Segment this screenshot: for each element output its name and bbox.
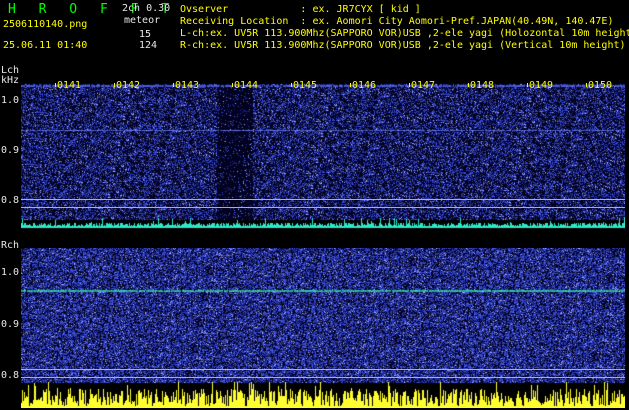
lch-gridline-lower: [21, 207, 625, 208]
lch-unit-label: kHz: [1, 75, 20, 86]
time-tick-label: 0143: [175, 80, 200, 91]
rch-ytick-0-9: 0.9: [1, 319, 20, 330]
rch-ytick-0-8: 0.8: [1, 370, 20, 381]
location-line: Receiving Location : ex. Aomori City Aom…: [180, 16, 614, 27]
time-tick-label: 0145: [293, 80, 318, 91]
lch-ytick-0-9: 0.9: [1, 145, 20, 156]
rch-gridline-lower: [21, 377, 625, 378]
meteor-count-lch: 15: [138, 29, 151, 40]
time-tick-label: 0142: [116, 80, 141, 91]
lch-spectrogram: 0141 0142 0143 0144 0145 0146 0147 0148 0149 0150: [21, 80, 625, 230]
observer-line: Ovserver : ex. JR7CYX [ kid ]: [180, 4, 421, 15]
time-tick-label: 0141: [57, 80, 82, 91]
time-tick-label: 0146: [352, 80, 377, 91]
lch-config-line: L-ch:ex. UV5R 113.900Mhz(SAPPORO VOR)USB…: [180, 28, 629, 39]
time-tick-label: 0144: [234, 80, 259, 91]
rch-spectrogram: [21, 248, 625, 408]
rch-config-line: R-ch:ex. UV5R 113.900Mhz(SAPPORO VOR)USB…: [180, 40, 626, 51]
time-tick-label: 0150: [588, 80, 613, 91]
time-tick-mark: [409, 83, 410, 87]
meteor-label: meteor: [124, 15, 161, 26]
lch-ytick-1-0: 1.0: [1, 95, 20, 106]
time-tick-mark: [55, 83, 56, 87]
time-tick-mark: [468, 83, 469, 87]
rch-waterfall: [21, 248, 625, 408]
rch-ytick-1-0: 1.0: [1, 267, 20, 278]
rch-label: Rch: [1, 240, 20, 251]
time-tick-label: 0147: [411, 80, 436, 91]
time-tick-mark: [291, 83, 292, 87]
time-tick-mark: [173, 83, 174, 87]
lch-gridline-upper: [21, 199, 625, 200]
time-tick-mark: [232, 83, 233, 87]
time-tick-mark: [586, 83, 587, 87]
rch-gridline-upper: [21, 369, 625, 370]
meteor-count-rch: 124: [138, 40, 157, 51]
filename-label: 2506110140.png: [3, 19, 88, 30]
time-tick-label: 0148: [470, 80, 495, 91]
version-label: 2ch 0.30: [122, 3, 171, 14]
time-tick-label: 0149: [529, 80, 554, 91]
time-tick-mark: [350, 83, 351, 87]
lch-ytick-0-8: 0.8: [1, 195, 20, 206]
time-tick-mark: [114, 83, 115, 87]
datetime-label: 25.06.11 01:40: [3, 40, 88, 51]
time-tick-mark: [527, 83, 528, 87]
